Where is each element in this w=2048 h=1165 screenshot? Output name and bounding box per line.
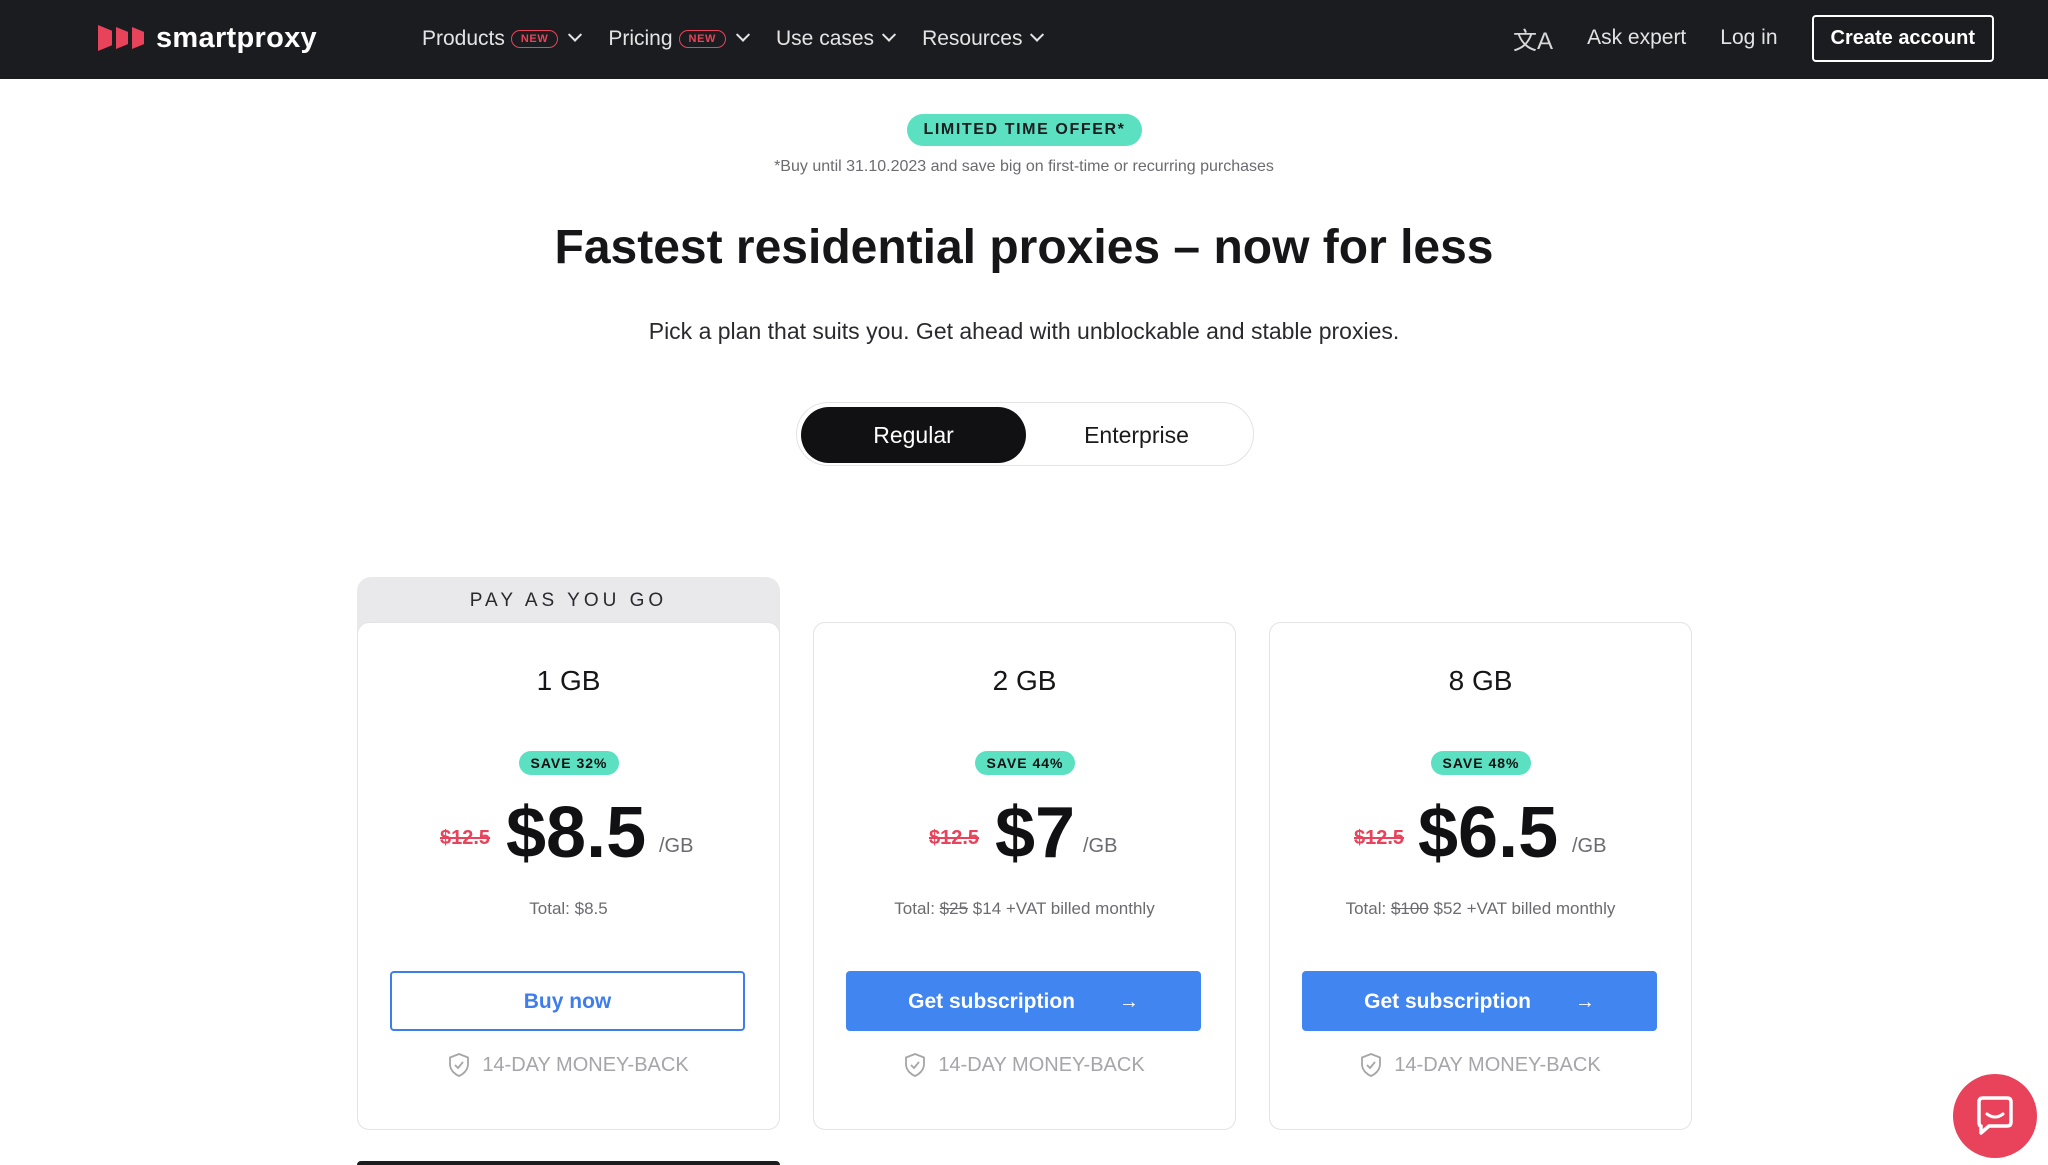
offer-note: *Buy until 31.10.2023 and save big on fi…	[774, 158, 1274, 175]
login-link[interactable]: Log in	[1720, 26, 1777, 50]
price-unit: /GB	[1083, 835, 1118, 857]
logo-text: smartproxy	[156, 21, 317, 54]
cta-label: Get subscription	[908, 990, 1075, 1013]
money-back-label: 14-DAY MONEY-BACK	[482, 1053, 689, 1076]
total-label: Total:	[1345, 899, 1387, 918]
chevron-down-icon	[735, 27, 751, 42]
chat-launcher-button[interactable]	[1953, 1074, 2037, 1158]
shield-check-icon	[905, 1053, 926, 1077]
price-row: $12.5 $8.5 /GB	[358, 793, 779, 873]
get-subscription-button[interactable]: Get subscription →	[1302, 971, 1657, 1031]
toggle-regular[interactable]: Regular	[801, 407, 1026, 463]
next-card-edge	[357, 1161, 780, 1165]
header-actions: 文A Ask expert Log in Create account	[1513, 14, 1994, 62]
plan-size: 1 GB	[536, 665, 601, 696]
create-account-button[interactable]: Create account	[1811, 14, 1994, 62]
current-price: $8.5	[506, 793, 647, 873]
save-badge: SAVE 48%	[1431, 751, 1531, 775]
save-badge: SAVE 32%	[519, 751, 619, 775]
chevron-down-icon	[881, 27, 897, 42]
current-price: $6.5	[1418, 793, 1559, 873]
total-label: Total: $8.5	[529, 899, 608, 918]
chevron-down-icon	[568, 27, 583, 42]
money-back-guarantee: 14-DAY MONEY-BACK	[814, 1053, 1235, 1077]
current-price: $7	[995, 793, 1076, 873]
get-subscription-button[interactable]: Get subscription →	[846, 971, 1201, 1031]
translate-icon[interactable]: 文A	[1513, 21, 1553, 56]
total-text: Total: $8.5	[358, 899, 779, 919]
total-old-price: $100	[1390, 899, 1429, 918]
nav-resources[interactable]: Resources	[922, 27, 1045, 51]
arrow-right-icon: →	[1574, 991, 1595, 1013]
money-back-label: 14-DAY MONEY-BACK	[1394, 1053, 1601, 1076]
total-new-price: $14 +VAT billed monthly	[972, 899, 1155, 918]
main-nav: Products NEW Pricing NEW Use cases Resou…	[422, 22, 1045, 56]
old-price: $12.5	[1354, 827, 1405, 849]
nav-pricing[interactable]: Pricing NEW	[608, 27, 751, 51]
new-badge: NEW	[678, 30, 727, 48]
plan-card-2gb: 2 GB SAVE 44% $12.5 $7 /GB Total: $25 $1…	[813, 622, 1236, 1130]
plan-size: 2 GB	[992, 665, 1057, 696]
buy-now-button[interactable]: Buy now	[390, 971, 745, 1031]
total-text: Total: $25 $14 +VAT billed monthly	[814, 899, 1235, 919]
brand-logo[interactable]: smartproxy	[98, 20, 317, 56]
plan-card-1gb: 1 GB SAVE 32% $12.5 $8.5 /GB Total: $8.5…	[357, 622, 780, 1130]
arrow-right-icon: →	[1118, 991, 1139, 1013]
plan-card-8gb: 8 GB SAVE 48% $12.5 $6.5 /GB Total: $100…	[1269, 622, 1692, 1130]
page: smartproxy Products NEW Pricing NEW Use …	[0, 0, 2048, 1165]
nav-use-cases[interactable]: Use cases	[776, 27, 897, 51]
money-back-label: 14-DAY MONEY-BACK	[938, 1053, 1145, 1076]
plan-size: 8 GB	[1448, 665, 1513, 696]
price-row: $12.5 $7 /GB	[814, 793, 1235, 873]
price-unit: /GB	[1572, 835, 1607, 857]
save-badge: SAVE 44%	[975, 751, 1075, 775]
shield-check-icon	[449, 1053, 470, 1077]
new-badge: NEW	[510, 30, 559, 48]
nav-use-cases-label: Use cases	[776, 27, 875, 50]
total-old-price: $25	[939, 899, 969, 918]
chevron-down-icon	[1030, 27, 1045, 42]
total-text: Total: $100 $52 +VAT billed monthly	[1270, 899, 1691, 919]
money-back-guarantee: 14-DAY MONEY-BACK	[1270, 1053, 1691, 1077]
ask-expert-link[interactable]: Ask expert	[1587, 26, 1686, 50]
plan-type-toggle: Regular Enterprise	[796, 402, 1254, 466]
limited-offer-badge: LIMITED TIME OFFER*	[907, 114, 1142, 146]
price-row: $12.5 $6.5 /GB	[1270, 793, 1691, 873]
logo-mark-icon	[98, 25, 144, 51]
toggle-enterprise[interactable]: Enterprise	[1024, 407, 1249, 463]
nav-products-label: Products	[422, 27, 505, 50]
nav-resources-label: Resources	[922, 27, 1023, 50]
page-subtitle: Pick a plan that suits you. Get ahead wi…	[648, 318, 1400, 344]
top-navigation-bar: smartproxy Products NEW Pricing NEW Use …	[0, 0, 2048, 79]
nav-pricing-label: Pricing	[608, 27, 673, 50]
price-unit: /GB	[659, 835, 694, 857]
shield-check-icon	[1361, 1053, 1382, 1077]
chat-icon	[1977, 1096, 2013, 1135]
money-back-guarantee: 14-DAY MONEY-BACK	[358, 1053, 779, 1077]
nav-products[interactable]: Products NEW	[422, 27, 583, 51]
old-price: $12.5	[929, 827, 980, 849]
old-price: $12.5	[440, 827, 491, 849]
cta-label: Get subscription	[1364, 990, 1531, 1013]
total-label: Total:	[894, 899, 935, 918]
total-new-price: $52 +VAT billed monthly	[1433, 899, 1616, 918]
page-title: Fastest residential proxies – now for le…	[554, 221, 1494, 274]
